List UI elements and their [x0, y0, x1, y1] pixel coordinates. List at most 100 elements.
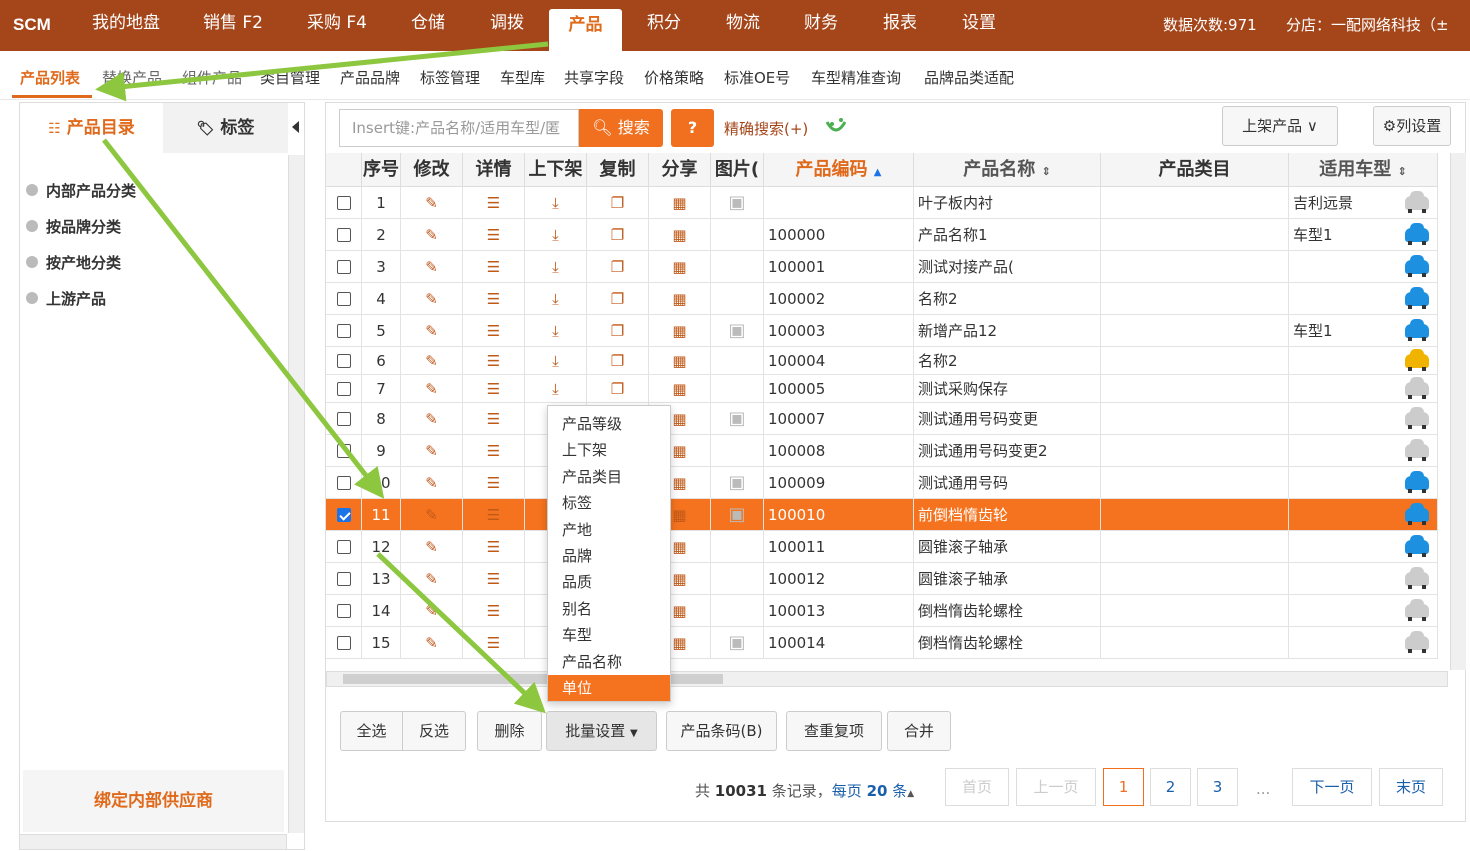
edit-icon-cell[interactable]: ✎: [401, 627, 463, 658]
exact-search-link[interactable]: 精确搜索(+): [724, 118, 808, 139]
detail-icon-cell[interactable]: ☰: [463, 251, 525, 282]
edit-icon-cell[interactable]: ✎: [401, 251, 463, 282]
image-cell[interactable]: [711, 375, 764, 402]
detail-icon[interactable]: ☰: [487, 380, 500, 398]
bind-supplier-button[interactable]: 绑定内部供应商: [23, 770, 284, 832]
edit-icon[interactable]: ✎: [425, 226, 438, 244]
image-icon[interactable]: ▣: [728, 408, 745, 429]
shelf-toggle-icon-cell[interactable]: ⤓: [525, 315, 587, 346]
batch-menu-item[interactable]: 别名: [548, 596, 670, 622]
image-icon[interactable]: ▣: [728, 504, 745, 525]
row-checkbox[interactable]: [336, 291, 351, 306]
detail-icon[interactable]: ☰: [487, 290, 500, 308]
car-icon[interactable]: [1405, 630, 1429, 653]
car-icon[interactable]: [1405, 254, 1429, 277]
edit-icon-cell[interactable]: ✎: [401, 375, 463, 402]
qrcode-icon[interactable]: ▦: [672, 226, 686, 244]
shelf-toggle-icon[interactable]: ⤓: [552, 226, 559, 244]
detail-icon-cell[interactable]: ☰: [463, 219, 525, 250]
image-icon[interactable]: ▣: [728, 192, 745, 213]
edit-icon[interactable]: ✎: [425, 506, 438, 524]
nav-storage[interactable]: 仓储: [398, 0, 458, 51]
car-icon[interactable]: [1405, 286, 1429, 309]
shelf-toggle-icon[interactable]: ⤓: [552, 322, 559, 340]
shelf-toggle-icon-cell[interactable]: ⤓: [525, 347, 587, 374]
table-row[interactable]: 5 ✎ ☰ ⤓ ❐ ▦ ▣ 100003 新增产品12 车型1: [326, 315, 1438, 347]
help-button[interactable]: ?: [671, 109, 714, 147]
shelf-toggle-icon[interactable]: ⤓: [552, 290, 559, 308]
image-cell[interactable]: [711, 563, 764, 594]
edit-icon-cell[interactable]: ✎: [401, 187, 463, 218]
image-cell[interactable]: [711, 283, 764, 314]
image-cell[interactable]: ▣: [711, 627, 764, 658]
qrcode-icon[interactable]: ▦: [672, 442, 686, 460]
car-icon[interactable]: [1405, 502, 1429, 525]
row-checkbox[interactable]: [336, 603, 351, 618]
row-checkbox-cell[interactable]: [326, 563, 362, 594]
detail-icon-cell[interactable]: ☰: [463, 315, 525, 346]
header-product-code[interactable]: 产品编码 ▲: [764, 153, 914, 187]
shelf-toggle-icon-cell[interactable]: ⤓: [525, 283, 587, 314]
image-cell[interactable]: ▣: [711, 499, 764, 530]
nav-settings[interactable]: 设置: [948, 0, 1010, 51]
shelf-toggle-icon-cell[interactable]: ⤓: [525, 219, 587, 250]
shelf-toggle-icon[interactable]: ⤓: [552, 258, 559, 276]
edit-icon[interactable]: ✎: [425, 380, 438, 398]
subnav-component-product[interactable]: 组件产品: [182, 67, 242, 88]
subnav-replace-product[interactable]: 替换产品: [102, 67, 162, 88]
detail-icon-cell[interactable]: ☰: [463, 283, 525, 314]
delete-button[interactable]: 删除: [477, 711, 542, 751]
header-vehicle-model[interactable]: 适用车型 ⇕: [1289, 153, 1438, 187]
row-checkbox-cell[interactable]: [326, 531, 362, 562]
shelf-toggle-icon-cell[interactable]: ⤓: [525, 187, 587, 218]
per-page-value[interactable]: 20: [867, 782, 888, 800]
detail-icon[interactable]: ☰: [487, 442, 500, 460]
qrcode-icon[interactable]: ▦: [672, 602, 686, 620]
left-horizontal-scrollbar[interactable]: [19, 834, 287, 850]
shelf-toggle-icon-cell[interactable]: ⤓: [525, 251, 587, 282]
row-checkbox-cell[interactable]: [326, 435, 362, 466]
detail-icon-cell[interactable]: ☰: [463, 375, 525, 402]
copy-icon-cell[interactable]: ❐: [587, 251, 649, 282]
detail-icon[interactable]: ☰: [487, 474, 500, 492]
shelf-toggle-icon[interactable]: ⤓: [552, 352, 559, 370]
table-row[interactable]: 7 ✎ ☰ ⤓ ❐ ▦ 100005 测试采购保存: [326, 375, 1438, 403]
row-checkbox[interactable]: [336, 323, 351, 338]
row-checkbox[interactable]: [336, 259, 351, 274]
table-row[interactable]: 2 ✎ ☰ ⤓ ❐ ▦ 100000 产品名称1 车型1: [326, 219, 1438, 251]
last-page-button[interactable]: 末页: [1379, 768, 1443, 806]
search-button[interactable]: 🔍︎ 搜索: [579, 109, 663, 147]
subnav-tags[interactable]: 标签管理: [420, 67, 480, 88]
row-checkbox[interactable]: [336, 353, 351, 368]
qrcode-icon-cell[interactable]: ▦: [649, 375, 711, 402]
detail-icon-cell[interactable]: ☰: [463, 627, 525, 658]
detail-icon[interactable]: ☰: [487, 194, 500, 212]
nav-sales[interactable]: 销售 F2: [190, 0, 276, 51]
edit-icon-cell[interactable]: ✎: [401, 347, 463, 374]
edit-icon-cell[interactable]: ✎: [401, 435, 463, 466]
barcode-button[interactable]: 产品条码(B): [666, 711, 777, 751]
edit-icon-cell[interactable]: ✎: [401, 283, 463, 314]
edit-icon-cell[interactable]: ✎: [401, 403, 463, 434]
grid-horizontal-scrollbar[interactable]: [326, 671, 1448, 687]
copy-icon[interactable]: ❐: [611, 290, 624, 308]
subnav-product-list[interactable]: 产品列表: [20, 67, 80, 88]
copy-icon[interactable]: ❐: [611, 352, 624, 370]
subnav-price-strategy[interactable]: 价格策略: [644, 67, 704, 88]
car-icon[interactable]: [1405, 406, 1429, 429]
page-2-button[interactable]: 2: [1150, 768, 1191, 806]
detail-icon[interactable]: ☰: [487, 352, 500, 370]
qrcode-icon[interactable]: ▦: [672, 410, 686, 428]
branch-selector[interactable]: 分店：一配网络科技（±: [1286, 14, 1470, 35]
edit-icon[interactable]: ✎: [425, 442, 438, 460]
batch-menu-item[interactable]: 车型: [548, 622, 670, 648]
qrcode-icon[interactable]: ▦: [672, 474, 686, 492]
nav-finance[interactable]: 财务: [790, 0, 852, 51]
edit-icon-cell[interactable]: ✎: [401, 219, 463, 250]
copy-icon-cell[interactable]: ❐: [587, 375, 649, 402]
qrcode-icon[interactable]: ▦: [672, 290, 686, 308]
detail-icon[interactable]: ☰: [487, 602, 500, 620]
subnav-brand[interactable]: 产品品牌: [340, 67, 400, 88]
detail-icon[interactable]: ☰: [487, 506, 500, 524]
batch-menu-item[interactable]: 产品类目: [548, 464, 670, 490]
